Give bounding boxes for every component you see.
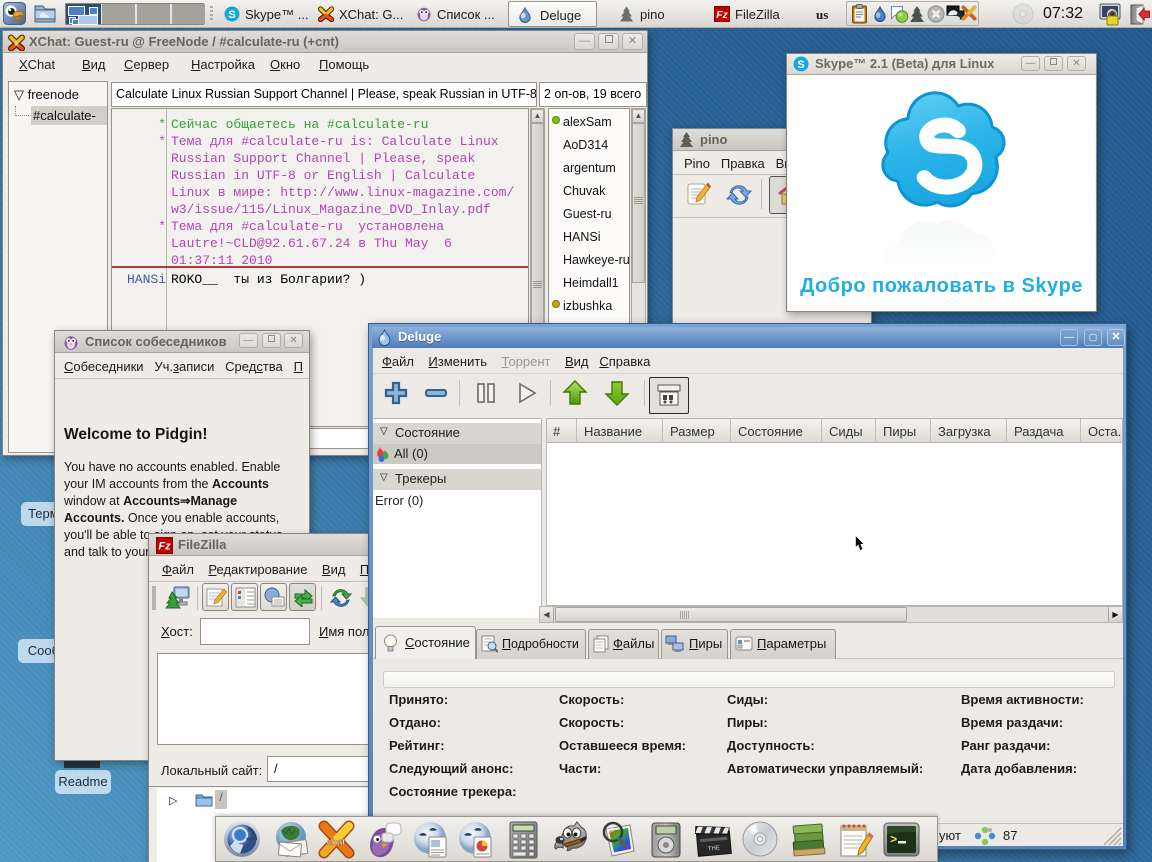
svg-text:S: S — [228, 9, 235, 21]
svg-text:Fz: Fz — [716, 10, 728, 21]
svg-text:>: > — [890, 833, 897, 847]
svg-text:Fz: Fz — [158, 541, 171, 553]
svg-text:chat: chat — [327, 837, 346, 847]
svg-text:S: S — [797, 59, 804, 71]
svg-text:THE: THE — [708, 845, 720, 852]
